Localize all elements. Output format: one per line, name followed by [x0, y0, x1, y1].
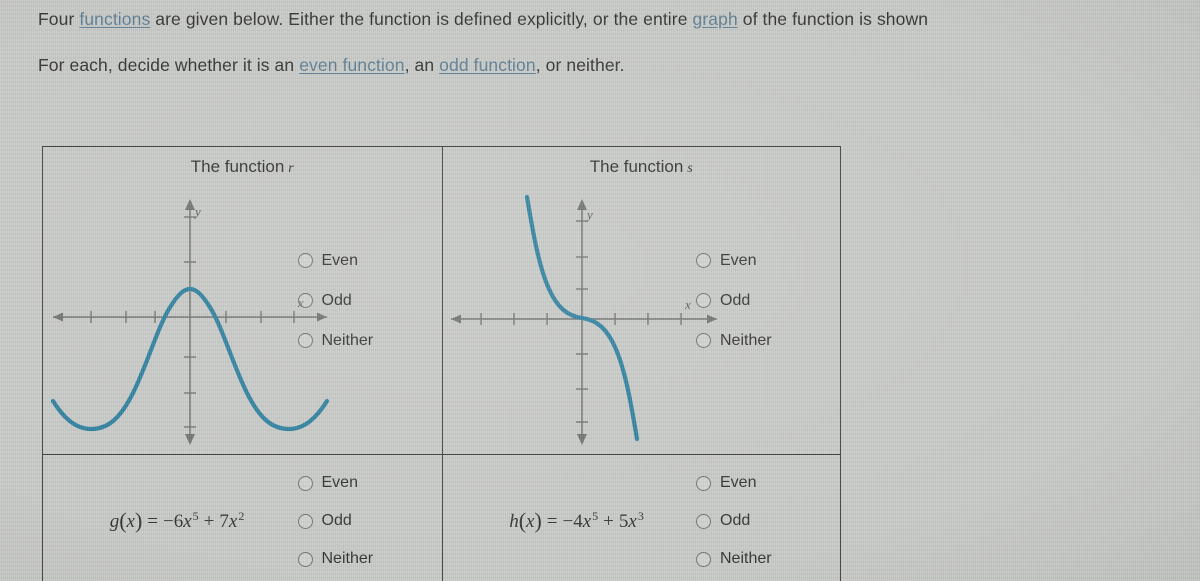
- choice-label-s-neither: Neither: [720, 331, 772, 349]
- formula-h-term1-exponent: 5: [592, 508, 599, 523]
- y-axis-arrow-down-icon: [576, 434, 587, 445]
- choice-s-neither[interactable]: Neither: [696, 321, 826, 361]
- formula-h-operator: +: [603, 511, 614, 532]
- formula-g-equals: =: [147, 511, 158, 532]
- choice-group-h: Even Odd Neither: [696, 464, 826, 578]
- formula-h-term2-coefficient: 5: [618, 511, 629, 532]
- question-cell-r: The function r y x Even Odd Neither: [43, 147, 442, 454]
- x-axis-label: x: [684, 297, 691, 312]
- choice-label-r-odd: Odd: [321, 291, 352, 309]
- choice-r-odd[interactable]: Odd: [297, 281, 428, 321]
- question-cell-s: The function s y x Even Odd Neither: [441, 147, 841, 454]
- choice-h-even[interactable]: Even: [696, 464, 826, 502]
- radio-r-neither[interactable]: [297, 333, 313, 348]
- choice-r-even[interactable]: Even: [297, 241, 428, 281]
- cell-title-r: The function r: [43, 157, 442, 177]
- cell-title-r-text: The function: [190, 157, 285, 176]
- choice-label-s-odd: Odd: [720, 291, 751, 309]
- choice-group-g: Even Odd Neither: [297, 464, 428, 578]
- prompt-line-1: Four functions are given below. Either t…: [38, 4, 1200, 34]
- prompt-line-1-part-a: Four: [38, 9, 80, 29]
- cell-title-s-function-name: s: [687, 161, 693, 176]
- cell-title-s: The function s: [443, 157, 841, 177]
- choice-group-r: Even Odd Neither: [297, 241, 428, 361]
- formula-g: g(x) = −6x5 +7x2: [57, 508, 297, 534]
- radio-g-even[interactable]: [297, 475, 313, 491]
- radio-s-odd[interactable]: [696, 293, 711, 308]
- prompt-line-2-part-b: , an: [404, 55, 440, 75]
- y-axis-arrow-up-icon: [185, 199, 195, 210]
- prompt-line-1-part-c: of the function is shown: [737, 9, 929, 29]
- choice-label-h-odd: Odd: [720, 512, 751, 529]
- link-graph[interactable]: graph: [693, 9, 738, 29]
- x-axis-arrow-left-icon: [450, 314, 461, 324]
- table-row-formulas: g(x) = −6x5 +7x2 Even Odd Neither h(x) = −4x5…: [43, 454, 840, 581]
- prompt-line-2-part-a: For each, decide whether it is an: [38, 55, 300, 75]
- formula-g-operator: +: [203, 511, 215, 532]
- link-functions[interactable]: functions: [79, 9, 150, 29]
- choice-s-even[interactable]: Even: [696, 241, 826, 281]
- y-axis-arrow-up-icon: [576, 199, 587, 210]
- radio-h-neither[interactable]: [696, 551, 711, 567]
- formula-h-variable: x: [526, 511, 535, 532]
- choice-g-neither[interactable]: Neither: [297, 540, 428, 578]
- formula-g-term1-coefficient: −6: [163, 511, 184, 532]
- link-even-function[interactable]: even function: [299, 55, 404, 75]
- choice-s-odd[interactable]: Odd: [696, 281, 826, 321]
- choice-label-r-even: Even: [321, 251, 358, 269]
- cell-title-r-function-name: r: [288, 161, 294, 176]
- x-axis-arrow-left-icon: [53, 312, 63, 322]
- prompt-line-1-part-b: are given below. Either the function is …: [150, 9, 693, 29]
- formula-g-variable: x: [126, 511, 135, 532]
- formula-h: h(x) = −4x5 +5x3: [457, 508, 697, 534]
- link-odd-function[interactable]: odd function: [439, 55, 536, 75]
- formula-h-term1-coefficient: −4: [562, 511, 583, 532]
- choice-h-neither[interactable]: Neither: [696, 540, 826, 578]
- prompt-line-2-part-c: , or neither.: [535, 55, 625, 75]
- prompt-text: Four functions are given below. Either t…: [38, 4, 1200, 80]
- y-axis-label: y: [585, 207, 593, 222]
- choice-label-g-neither: Neither: [321, 550, 374, 567]
- radio-r-odd[interactable]: [297, 293, 313, 308]
- question-cell-h: h(x) = −4x5 +5x3 Even Odd Neither: [441, 455, 841, 581]
- choice-g-odd[interactable]: Odd: [297, 502, 428, 540]
- formula-g-term1-exponent: 5: [192, 508, 199, 523]
- radio-r-even[interactable]: [297, 253, 313, 268]
- cell-title-s-text: The function: [589, 157, 684, 176]
- formula-g-term2-exponent: 2: [238, 508, 245, 523]
- formula-h-open-paren: (: [518, 508, 527, 533]
- y-axis-arrow-down-icon: [185, 434, 195, 445]
- radio-h-even[interactable]: [696, 475, 711, 491]
- formula-g-name: g: [109, 511, 120, 532]
- question-cell-g: g(x) = −6x5 +7x2 Even Odd Neither: [43, 455, 442, 581]
- choice-r-neither[interactable]: Neither: [297, 321, 428, 361]
- radio-g-odd[interactable]: [297, 513, 313, 529]
- choice-label-g-odd: Odd: [321, 512, 352, 529]
- question-table: The function r y x Even Odd Neither The …: [42, 146, 841, 581]
- choice-h-odd[interactable]: Odd: [696, 502, 826, 540]
- y-axis-label: y: [193, 204, 201, 219]
- formula-h-term1-variable: x: [582, 511, 592, 532]
- choice-label-s-even: Even: [720, 251, 757, 269]
- choice-group-s: Even Odd Neither: [696, 241, 826, 361]
- formula-g-open-paren: (: [119, 508, 127, 533]
- radio-g-neither[interactable]: [297, 551, 313, 567]
- radio-s-even[interactable]: [696, 253, 711, 268]
- formula-h-equals: =: [546, 511, 558, 532]
- choice-label-h-neither: Neither: [720, 550, 772, 567]
- formula-h-term2-exponent: 3: [637, 508, 644, 523]
- choice-label-g-even: Even: [321, 474, 358, 491]
- choice-label-r-neither: Neither: [321, 331, 374, 349]
- formula-h-name: h: [509, 511, 519, 532]
- formula-g-term2-coefficient: 7: [219, 511, 229, 532]
- prompt-line-2: For each, decide whether it is an even f…: [38, 50, 1200, 80]
- formula-g-term1-variable: x: [183, 511, 192, 532]
- radio-s-neither[interactable]: [696, 333, 711, 348]
- choice-g-even[interactable]: Even: [297, 464, 428, 502]
- table-row-graphs: The function r y x Even Odd Neither The …: [43, 147, 840, 454]
- radio-h-odd[interactable]: [696, 513, 711, 529]
- choice-label-h-even: Even: [720, 474, 757, 491]
